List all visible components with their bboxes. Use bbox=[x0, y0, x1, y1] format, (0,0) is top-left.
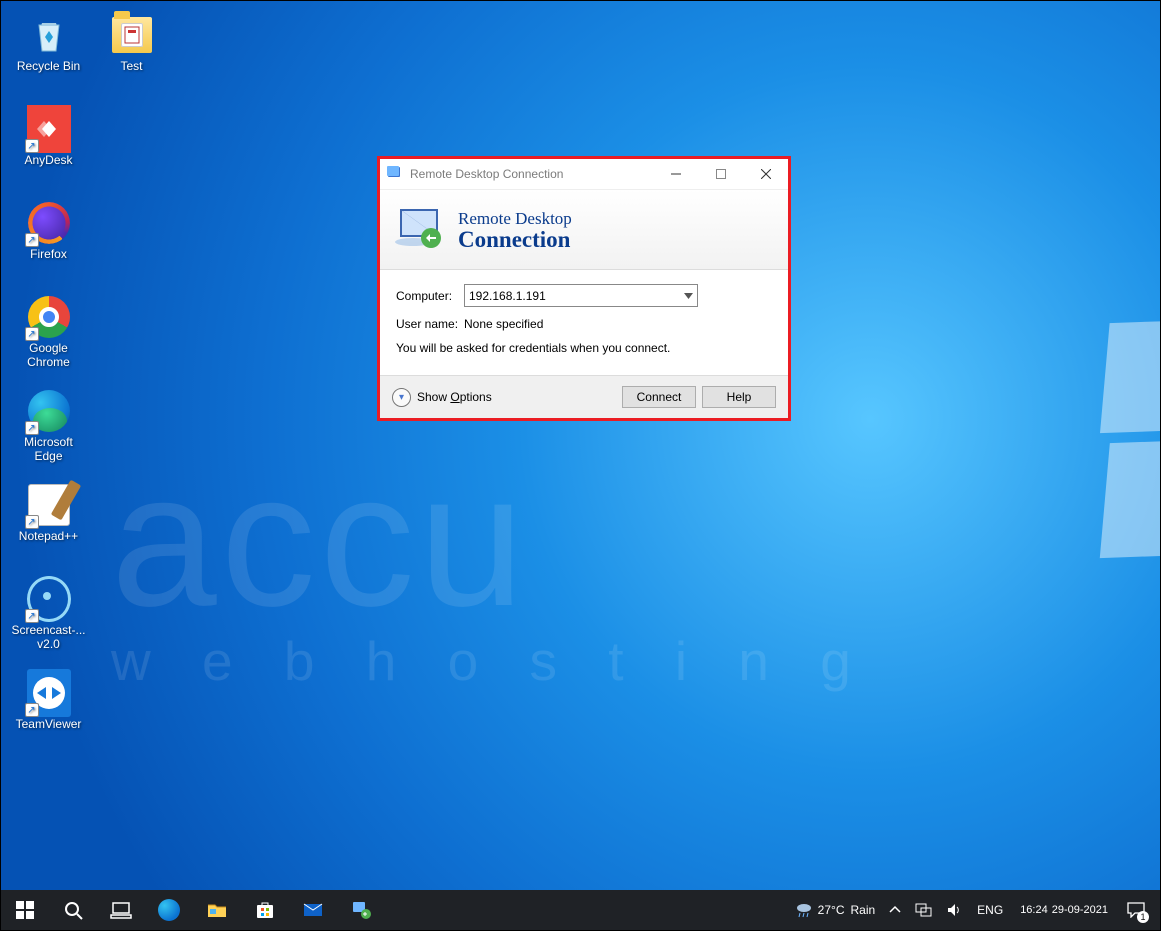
ms-store-icon bbox=[254, 899, 276, 921]
weather-icon bbox=[794, 899, 814, 922]
weather-temp: 27°C bbox=[818, 903, 845, 917]
search-icon bbox=[62, 899, 84, 921]
desktop-icon-label: Firefox bbox=[30, 247, 67, 261]
desktop-icon-firefox[interactable]: ↗ Firefox bbox=[11, 201, 86, 279]
shortcut-arrow-icon: ↗ bbox=[25, 421, 39, 435]
desktop[interactable]: accu w e b h o s t i n g Recycle Bin ↗ A… bbox=[1, 1, 1160, 930]
weather-condition: Rain bbox=[850, 903, 875, 917]
firefox-icon: ↗ bbox=[27, 201, 71, 245]
task-view-icon bbox=[110, 899, 132, 921]
taskbar[interactable]: 27°C Rain ENG 16:24 29-09-2021 bbox=[1, 890, 1160, 930]
desktop-icon-anydesk[interactable]: ↗ AnyDesk bbox=[11, 107, 86, 185]
shortcut-arrow-icon: ↗ bbox=[25, 609, 39, 623]
rdc-banner-icon bbox=[395, 202, 450, 257]
file-explorer-icon bbox=[206, 899, 228, 921]
tray-network[interactable] bbox=[912, 890, 936, 930]
shortcut-arrow-icon: ↗ bbox=[25, 703, 39, 717]
notification-badge: 1 bbox=[1137, 911, 1149, 923]
footer: ▾ Show Options Connect Help bbox=[380, 375, 788, 418]
desktop-icon-label: Test bbox=[120, 59, 142, 73]
taskbar-app-explorer[interactable] bbox=[193, 890, 241, 930]
connect-button[interactable]: Connect bbox=[622, 386, 696, 408]
computer-combobox[interactable] bbox=[464, 284, 698, 307]
computer-label: Computer: bbox=[396, 289, 464, 303]
desktop-icon-screencast[interactable]: ↗ Screencast-... v2.0 bbox=[11, 577, 86, 655]
credentials-note: You will be asked for credentials when y… bbox=[396, 341, 772, 355]
desktop-icon-label: TeamViewer bbox=[16, 717, 82, 731]
taskbar-app-rdc[interactable] bbox=[337, 890, 385, 930]
network-icon bbox=[915, 903, 933, 917]
notepadpp-icon: ↗ bbox=[27, 483, 71, 527]
title-bar[interactable]: Remote Desktop Connection bbox=[380, 159, 788, 190]
desktop-icons-col2: Test bbox=[94, 13, 169, 103]
tray-volume[interactable] bbox=[944, 890, 966, 930]
system-tray: 27°C Rain ENG 16:24 29-09-2021 bbox=[791, 890, 1160, 930]
close-button[interactable] bbox=[743, 159, 788, 189]
start-button[interactable] bbox=[1, 890, 49, 930]
clock-date: 29-09-2021 bbox=[1052, 904, 1108, 917]
desktop-icon-edge[interactable]: ↗ Microsoft Edge bbox=[11, 389, 86, 467]
search-button[interactable] bbox=[49, 890, 97, 930]
desktop-icon-label: Screencast-... v2.0 bbox=[11, 623, 85, 651]
minimize-button[interactable] bbox=[653, 159, 698, 189]
desktop-icons: Recycle Bin ↗ AnyDesk ↗ Firefox bbox=[11, 13, 86, 761]
tray-clock[interactable]: 16:24 29-09-2021 bbox=[1014, 890, 1114, 930]
windows-logo-icon bbox=[14, 899, 36, 921]
desktop-icon-label: Google Chrome bbox=[27, 341, 70, 369]
rdc-icon bbox=[350, 899, 372, 921]
weather-widget[interactable]: 27°C Rain bbox=[791, 890, 879, 930]
chevron-down-icon: ▾ bbox=[392, 388, 411, 407]
username-label: User name: bbox=[396, 317, 464, 331]
banner-line2: Connection bbox=[458, 229, 572, 251]
edge-icon bbox=[158, 899, 180, 921]
teamviewer-icon: ↗ bbox=[27, 671, 71, 715]
taskbar-app-mail[interactable] bbox=[289, 890, 337, 930]
show-options-toggle[interactable]: ▾ Show Options bbox=[392, 388, 492, 407]
show-options-label: Show Options bbox=[417, 390, 492, 404]
folder-icon bbox=[110, 13, 154, 57]
banner-line1: Remote Desktop bbox=[458, 209, 572, 229]
help-button[interactable]: Help bbox=[702, 386, 776, 408]
desktop-icon-notepadpp[interactable]: ↗ Notepad++ bbox=[11, 483, 86, 561]
banner: Remote Desktop Connection bbox=[380, 190, 788, 270]
tray-notifications[interactable]: 1 bbox=[1122, 890, 1150, 930]
taskbar-app-store[interactable] bbox=[241, 890, 289, 930]
desktop-icon-test-folder[interactable]: Test bbox=[94, 13, 169, 91]
recycle-bin-icon bbox=[27, 13, 71, 57]
desktop-icon-teamviewer[interactable]: ↗ TeamViewer bbox=[11, 671, 86, 749]
watermark: accu w e b h o s t i n g bbox=[111, 431, 869, 693]
shortcut-arrow-icon: ↗ bbox=[25, 515, 39, 529]
shortcut-arrow-icon: ↗ bbox=[25, 327, 39, 341]
desktop-icon-chrome[interactable]: ↗ Google Chrome bbox=[11, 295, 86, 373]
mail-icon bbox=[302, 899, 324, 921]
screencast-icon: ↗ bbox=[27, 577, 71, 621]
taskbar-app-edge[interactable] bbox=[145, 890, 193, 930]
computer-input[interactable] bbox=[465, 285, 679, 306]
clock-time: 16:24 bbox=[1020, 904, 1048, 917]
desktop-icon-recycle-bin[interactable]: Recycle Bin bbox=[11, 13, 86, 91]
task-view-button[interactable] bbox=[97, 890, 145, 930]
chrome-icon: ↗ bbox=[27, 295, 71, 339]
tray-chevron[interactable] bbox=[886, 890, 904, 930]
combobox-caret-icon[interactable] bbox=[679, 285, 697, 306]
rdc-app-icon bbox=[386, 165, 404, 183]
username-value: None specified bbox=[464, 317, 543, 331]
tray-language[interactable]: ENG bbox=[974, 890, 1006, 930]
volume-icon bbox=[947, 903, 963, 917]
desktop-icon-label: Microsoft Edge bbox=[24, 435, 73, 463]
edge-icon: ↗ bbox=[27, 389, 71, 433]
shortcut-arrow-icon: ↗ bbox=[25, 233, 39, 247]
window-title: Remote Desktop Connection bbox=[410, 167, 653, 181]
desktop-icon-label: AnyDesk bbox=[24, 153, 72, 167]
anydesk-icon: ↗ bbox=[27, 107, 71, 151]
desktop-icon-label: Notepad++ bbox=[19, 529, 78, 543]
maximize-button[interactable] bbox=[698, 159, 743, 189]
rdc-window[interactable]: Remote Desktop Connection Remote Desktop… bbox=[377, 156, 791, 421]
desktop-icon-label: Recycle Bin bbox=[17, 59, 80, 73]
shortcut-arrow-icon: ↗ bbox=[25, 139, 39, 153]
